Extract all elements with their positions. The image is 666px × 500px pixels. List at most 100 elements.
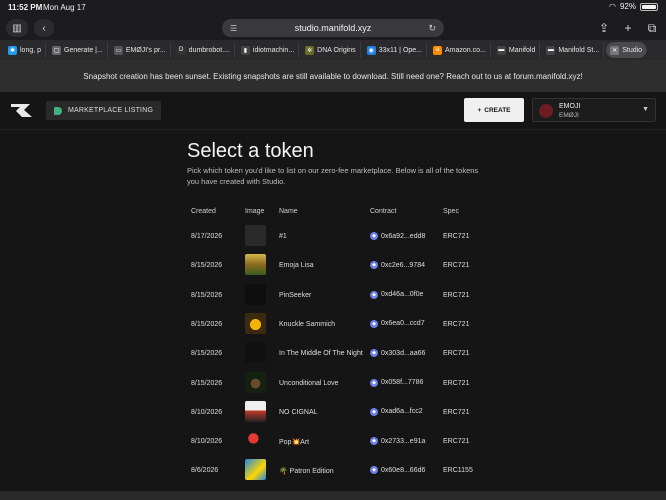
header-spec: Spec bbox=[443, 208, 459, 215]
ethereum-icon: ◆ bbox=[370, 466, 378, 475]
header-created: Created bbox=[191, 208, 216, 215]
tab-bar: ✱ long, p ▢ Generate |... ▭ EMØJI's pr... Ddum… bbox=[0, 40, 666, 60]
tab-label: DNA Origins bbox=[317, 46, 356, 54]
header-contract: Contract bbox=[370, 208, 397, 215]
tab-label: long, p bbox=[20, 46, 42, 54]
row-contract: ◆ 0x6a92...edd8 bbox=[370, 232, 425, 240]
tab-favicon-icon: ▬ bbox=[496, 45, 506, 55]
contract-address: 0x6a92...edd8 bbox=[381, 232, 426, 240]
avatar bbox=[539, 104, 553, 118]
row-name: Pop💥Art bbox=[279, 439, 310, 447]
row-spec: ERC1155 bbox=[443, 467, 473, 475]
token-thumbnail bbox=[245, 371, 266, 393]
token-row[interactable]: 8/15/2026 In The Middle Of The Night ◆ 0x30… bbox=[187, 339, 479, 369]
ethereum-icon: ◆ bbox=[370, 261, 378, 270]
contract-address: 0x60e8...66d6 bbox=[381, 466, 426, 474]
back-button[interactable]: ‹ bbox=[34, 19, 54, 37]
plus-icon: + bbox=[477, 106, 482, 114]
manifold-logo-icon[interactable] bbox=[10, 102, 34, 118]
tab-label: Manifold bbox=[508, 46, 536, 54]
row-spec: ERC721 bbox=[443, 438, 470, 446]
row-name: In The Middle Of The Night bbox=[279, 350, 363, 358]
row-created: 8/10/2026 bbox=[191, 438, 223, 446]
row-name: NO CIGNAL bbox=[279, 408, 318, 416]
page-settings-icon[interactable]: ☰ bbox=[230, 24, 237, 33]
token-thumbnail bbox=[245, 459, 266, 481]
browser-tab[interactable]: a Amazon.co... bbox=[429, 42, 491, 58]
contract-address: 0xad6a...fcc2 bbox=[381, 408, 423, 416]
row-created: 8/15/2026 bbox=[191, 262, 223, 270]
sidebar-toggle-icon[interactable]: ▥ bbox=[6, 19, 28, 37]
ethereum-icon: ◆ bbox=[370, 319, 378, 328]
account-dropdown[interactable]: EMOJI EMØJI ▼ bbox=[532, 98, 656, 122]
token-thumbnail bbox=[245, 400, 266, 422]
account-handle: EMØJI bbox=[559, 112, 579, 119]
row-spec: ERC721 bbox=[443, 262, 470, 270]
browser-tab[interactable]: ◉ 33x11 | Ope... bbox=[363, 42, 428, 58]
address-bar[interactable]: ☰ studio.manifold.xyz ↻ bbox=[222, 19, 444, 37]
token-row[interactable]: 8/15/2026 Emoja Lisa ◆ 0xc2e6...9784 ERC721 bbox=[187, 251, 479, 281]
contract-address: 0xc2e6...9784 bbox=[381, 261, 425, 269]
tab-favicon-icon: a bbox=[433, 45, 443, 55]
tag-icon bbox=[54, 106, 62, 115]
tab-favicon-icon: ✕ bbox=[610, 45, 620, 55]
token-row[interactable]: 8/6/2026 🌴 Patron Edition ◆ 0x60e8...66d6 ER… bbox=[187, 456, 479, 486]
token-row[interactable]: 8/15/2026 PinSeeker ◆ 0xd46a...0f0e ERC721 bbox=[187, 281, 479, 311]
ethereum-icon: ◆ bbox=[370, 437, 378, 446]
token-row[interactable]: 8/10/2026 NO CIGNAL ◆ 0xad6a...fcc2 ERC721 bbox=[187, 398, 479, 428]
status-time: 11:52 PM bbox=[8, 3, 43, 12]
tab-label: Studio bbox=[622, 46, 643, 54]
ethereum-icon: ◆ bbox=[370, 407, 378, 416]
share-icon[interactable]: ⇪ bbox=[596, 19, 612, 37]
token-row[interactable]: 8/15/2026 Knuckle Sammich ◆ 0x6ea0...ccd7 ER… bbox=[187, 310, 479, 340]
row-name: Emoja Lisa bbox=[279, 262, 314, 270]
token-thumbnail bbox=[245, 254, 266, 276]
new-tab-icon[interactable]: + bbox=[620, 19, 636, 37]
browser-tab[interactable]: Ddumbrobot.... bbox=[173, 42, 235, 58]
contract-address: 0xd46a...0f0e bbox=[381, 291, 424, 299]
marketplace-listing-label: MARKETPLACE LISTING bbox=[68, 107, 154, 114]
wifi-icon: ◠ bbox=[609, 2, 616, 11]
reload-icon[interactable]: ↻ bbox=[428, 23, 436, 34]
tab-label: Manifold St... bbox=[558, 46, 600, 54]
token-thumbnail bbox=[245, 430, 266, 452]
tab-favicon-icon: D bbox=[176, 45, 186, 55]
browser-tab[interactable]: ✱ long, p bbox=[4, 42, 47, 58]
contract-address: 0x058f...7786 bbox=[381, 379, 424, 386]
token-row[interactable]: 8/17/2026 #1 ◆ 0x6a92...edd8 ERC721 bbox=[187, 222, 479, 252]
contract-address: 0x6ea0...ccd7 bbox=[381, 320, 425, 328]
status-bar: 11:52 PM Mon Aug 17 ◠ 92% bbox=[0, 0, 666, 16]
browser-tab[interactable]: ✲ DNA Origins bbox=[301, 42, 361, 58]
browser-tab[interactable]: ▬ Manifold bbox=[493, 42, 541, 58]
ethereum-icon: ◆ bbox=[370, 290, 378, 299]
tab-overview-icon[interactable]: ⧉ bbox=[644, 19, 660, 37]
row-contract: ◆ 0xc2e6...9784 bbox=[370, 261, 425, 270]
token-thumbnail bbox=[245, 225, 266, 246]
sunset-banner: Snapshot creation has been sunset. Exist… bbox=[0, 60, 666, 92]
browser-tab[interactable]: ▬ Manifold St... bbox=[542, 42, 605, 58]
browser-tab[interactable]: ▮ idiotmachin... bbox=[237, 42, 300, 58]
token-row[interactable]: 8/15/2026 Unconditional Love ◆ 0x058f...778… bbox=[187, 369, 479, 399]
row-contract: ◆ 0x303d...aa66 bbox=[370, 349, 425, 358]
account-name: EMOJI bbox=[559, 103, 581, 110]
create-button[interactable]: + CREATE bbox=[464, 98, 524, 122]
row-contract: ◆ 0xd46a...0f0e bbox=[370, 290, 424, 299]
status-date: Mon Aug 17 bbox=[43, 3, 86, 12]
row-spec: ERC721 bbox=[443, 350, 470, 358]
browser-tab[interactable]: ✕ Studio bbox=[606, 42, 648, 58]
browser-tab[interactable]: ▭ EMØJI's pr... bbox=[110, 42, 171, 58]
tab-favicon-icon: ▬ bbox=[546, 45, 556, 55]
create-label: CREATE bbox=[484, 106, 511, 114]
row-spec: ERC721 bbox=[443, 320, 470, 328]
tab-favicon-icon: ✲ bbox=[305, 45, 315, 55]
row-name: PinSeeker bbox=[279, 291, 312, 299]
page-title: Select a token bbox=[187, 140, 314, 162]
tab-label: EMØJI's pr... bbox=[125, 46, 166, 54]
bottom-bar bbox=[0, 491, 666, 500]
ethereum-icon: ◆ bbox=[370, 349, 378, 358]
token-thumbnail bbox=[245, 342, 266, 364]
chevron-down-icon: ▼ bbox=[642, 106, 649, 113]
token-row[interactable]: 8/10/2026 Pop💥Art ◆ 0x2733...e91a ERC721 bbox=[187, 427, 479, 457]
browser-tab[interactable]: ▢ Generate |... bbox=[48, 42, 108, 58]
marketplace-listing-chip[interactable]: MARKETPLACE LISTING bbox=[46, 101, 162, 120]
